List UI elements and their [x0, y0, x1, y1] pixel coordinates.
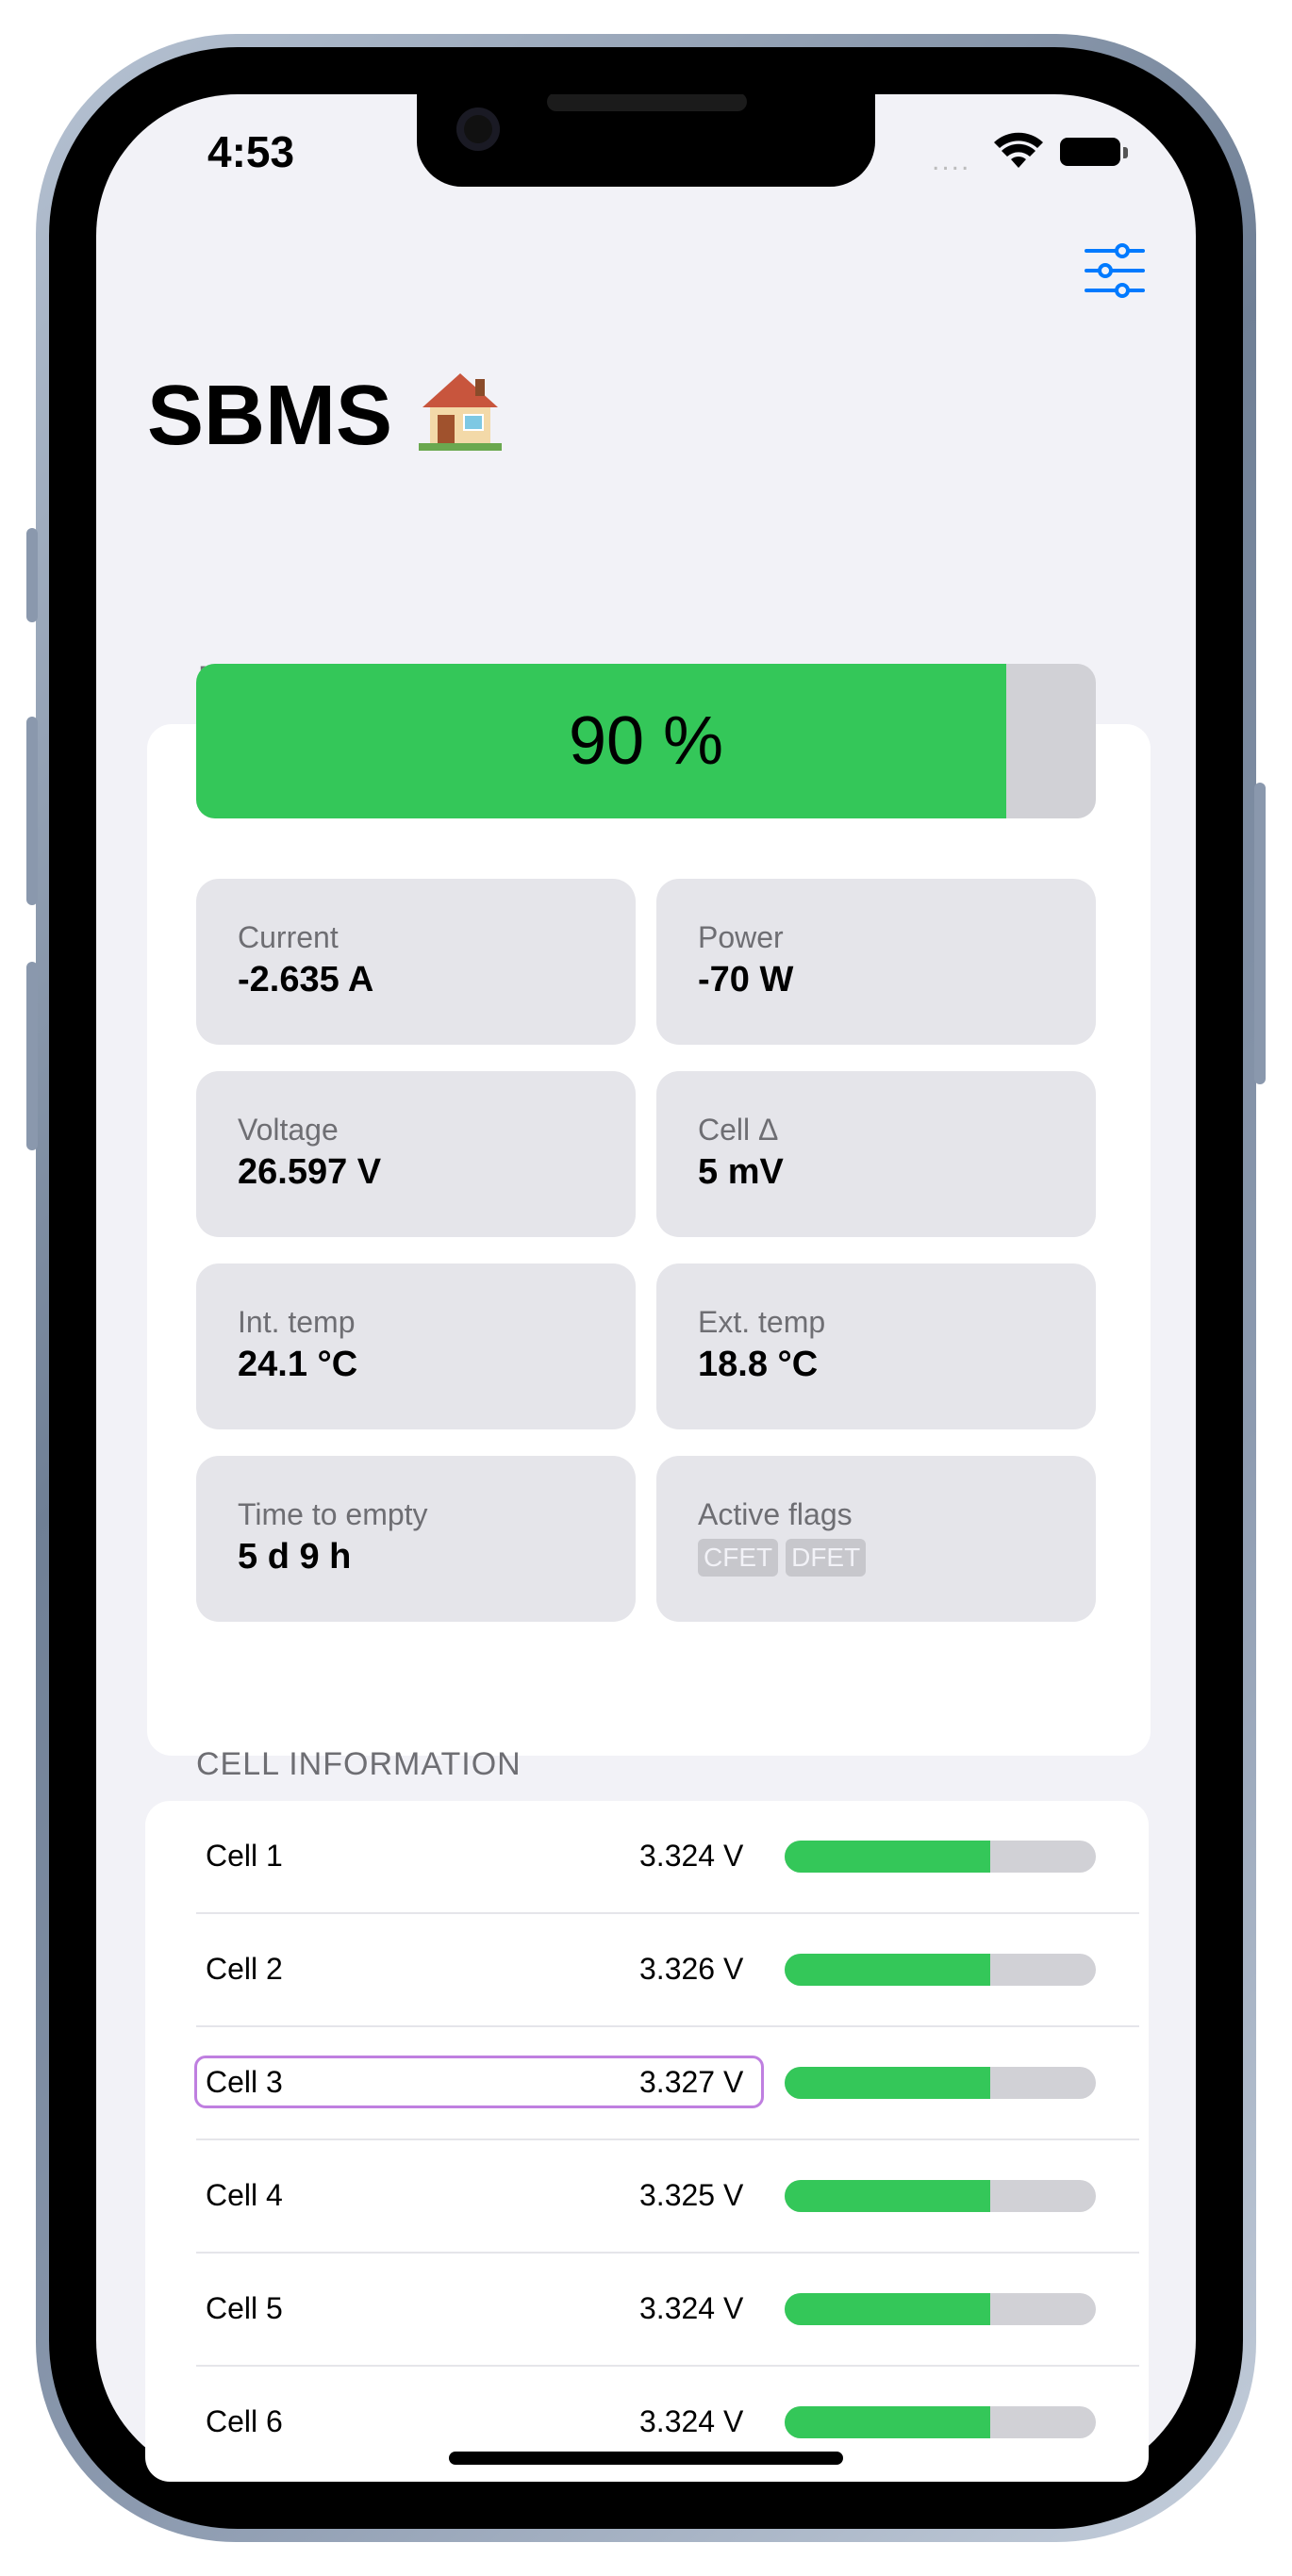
battery-card: [147, 724, 1151, 1756]
battery-icon: [1060, 138, 1128, 166]
wifi-icon: [994, 132, 1043, 168]
front-camera: [456, 107, 500, 151]
power-button: [1254, 783, 1266, 1084]
volume-up-button: [26, 717, 38, 905]
sliders-icon[interactable]: [1085, 243, 1145, 298]
status-time: 4:53: [207, 127, 295, 176]
page-title: SBMS: [147, 369, 393, 463]
speaker-grille: [547, 94, 747, 111]
volume-down-button: [26, 962, 38, 1150]
silent-switch: [26, 528, 38, 622]
cellular-signal: ....: [932, 145, 971, 176]
phone-screen: 4:53 .... SBMS BATTERY INFORMATION: [96, 94, 1196, 2482]
battery-section-header: BATTERY INFORMATION: [198, 660, 591, 696]
house-icon: [419, 373, 502, 451]
